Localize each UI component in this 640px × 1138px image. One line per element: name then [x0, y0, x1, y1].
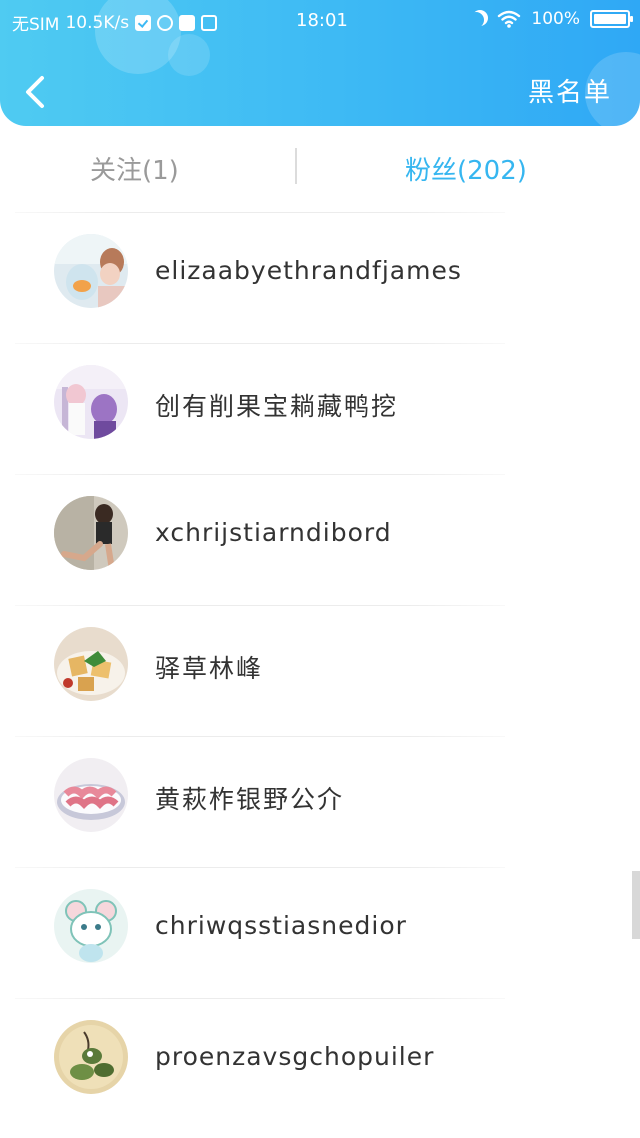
username: chriwqsstiasnedior: [155, 911, 407, 940]
list-item[interactable]: 驿草林峰: [0, 605, 640, 736]
tab-divider: [295, 148, 297, 184]
status-right: 100%: [468, 9, 633, 29]
divider: [15, 343, 505, 344]
avatar: [54, 889, 128, 963]
divider: [15, 474, 505, 475]
header-bar: 无SIM 10.5K/s 18:01 100% 黑名单: [0, 0, 640, 126]
username: 驿草林峰: [155, 654, 264, 683]
tab-following[interactable]: 关注(1): [90, 150, 179, 187]
app-notification-icon: [201, 14, 218, 31]
avatar: [54, 496, 128, 570]
list-item[interactable]: elizaabyethrandfjames: [0, 212, 640, 343]
avatar: [54, 234, 128, 308]
wifi-icon: [498, 10, 521, 28]
blacklist-button[interactable]: 黑名单: [528, 72, 612, 109]
scrollbar[interactable]: [632, 871, 640, 939]
divider: [15, 736, 505, 737]
battery-icon: [590, 10, 633, 28]
username: 黄萩柞银野公介: [155, 785, 345, 814]
mail-icon: [179, 14, 196, 31]
divider: [15, 212, 505, 213]
network-speed: 10.5K/s: [65, 12, 130, 33]
tab-bar: 关注(1) 粉丝(202): [0, 126, 640, 208]
list-item[interactable]: chriwqsstiasnedior: [0, 867, 640, 998]
back-button[interactable]: [18, 70, 54, 114]
list-item[interactable]: 黄萩柞银野公介: [0, 736, 640, 867]
avatar: [54, 758, 128, 832]
carrier-label: 无SIM: [12, 15, 60, 35]
divider: [15, 998, 505, 999]
list-item[interactable]: 创有削果宝耥藏鸭挖: [0, 343, 640, 474]
fans-list: elizaabyethrandfjames 创有削果宝耥藏鸭挖 xchrijst…: [0, 212, 640, 1129]
username: proenzavsgchopuiler: [155, 1042, 435, 1071]
status-left: 无SIM 10.5K/s: [12, 10, 218, 35]
battery-percent: 100%: [531, 9, 580, 29]
chevron-left-icon: [26, 76, 44, 108]
divider: [15, 605, 505, 606]
do-not-disturb-icon: [468, 12, 484, 28]
username: 创有削果宝耥藏鸭挖: [155, 392, 399, 421]
tab-fans[interactable]: 粉丝(202): [405, 150, 527, 187]
divider: [15, 867, 505, 868]
screen: 无SIM 10.5K/s 18:01 100% 黑名单 关注(1) 粉丝(202…: [0, 0, 640, 1138]
status-bar: 无SIM 10.5K/s 18:01 100%: [0, 0, 640, 44]
avatar: [54, 1020, 128, 1094]
list-item[interactable]: proenzavsgchopuiler: [0, 998, 640, 1129]
avatar: [54, 365, 128, 439]
checklist-icon: [135, 14, 152, 31]
palette-icon: [157, 14, 174, 31]
clock: 18:01: [296, 10, 348, 31]
username: xchrijstiarndibord: [155, 518, 392, 547]
username: elizaabyethrandfjames: [155, 256, 462, 285]
list-item[interactable]: xchrijstiarndibord: [0, 474, 640, 605]
avatar: [54, 627, 128, 701]
